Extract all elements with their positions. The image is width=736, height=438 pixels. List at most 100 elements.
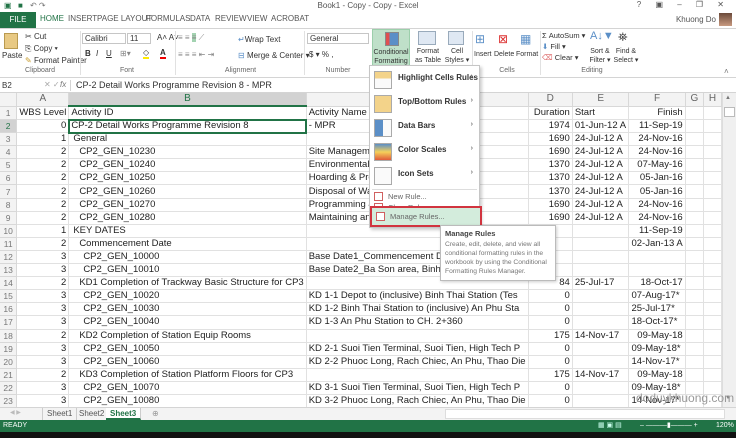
cell-wbs-level[interactable]: 2 bbox=[16, 145, 70, 160]
row-header[interactable]: 12 bbox=[0, 250, 18, 265]
cell-activity-id[interactable]: KEY DATES bbox=[68, 224, 307, 238]
cell-finish[interactable]: 09-May-18* bbox=[628, 342, 686, 356]
row-header[interactable]: 3 bbox=[0, 132, 18, 147]
cell-duration[interactable]: 1370 bbox=[528, 171, 573, 186]
cell-duration[interactable]: 1690 bbox=[528, 198, 573, 212]
fill-button[interactable]: ⬇ Fill ▾ bbox=[542, 42, 566, 51]
cell-activity-id[interactable]: CP2_GEN_10080 bbox=[68, 394, 307, 409]
cell-activity-name[interactable]: KD 1-1 Depot to (inclusive) Binh Thai St… bbox=[306, 289, 529, 304]
cell-wbs-level[interactable]: 2 bbox=[16, 237, 70, 251]
tab-insert[interactable]: INSERT bbox=[68, 14, 97, 23]
currency-percent-buttons[interactable]: $ ▾ % , bbox=[309, 50, 333, 59]
cell-finish[interactable]: 09-May-18 bbox=[628, 329, 686, 343]
cell-start[interactable] bbox=[572, 342, 630, 356]
cell-g[interactable] bbox=[685, 184, 705, 199]
column-header-g[interactable]: G bbox=[685, 93, 705, 107]
cell-wbs-level[interactable]: 3 bbox=[16, 355, 70, 369]
row-header[interactable]: 1 bbox=[0, 106, 18, 120]
zoom-level[interactable]: 120% bbox=[716, 420, 734, 432]
cell-duration[interactable]: 0 bbox=[528, 342, 573, 356]
vertical-scrollbar[interactable]: ▲ ▼ bbox=[722, 93, 736, 407]
cell-g[interactable] bbox=[685, 315, 705, 330]
cell-g[interactable] bbox=[685, 289, 705, 304]
font-name-select[interactable]: Calibri bbox=[82, 33, 126, 44]
format-painter-button[interactable]: ✎ Format Painter bbox=[25, 56, 87, 65]
cell-activity-name[interactable]: KD 2-2 Phuoc Long, Rach Chiec, An Phu, T… bbox=[306, 355, 529, 369]
cell-g[interactable] bbox=[685, 329, 705, 343]
row-header[interactable]: 21 bbox=[0, 368, 18, 382]
cell-wbs-level[interactable]: 2 bbox=[16, 171, 70, 186]
cell-activity-id[interactable]: CP2_GEN_10270 bbox=[68, 198, 307, 212]
align-top-icon[interactable]: ≡ ≡ ≡ ⟋ bbox=[178, 33, 204, 43]
cell-activity-id[interactable]: CP2_GEN_10000 bbox=[68, 250, 307, 265]
cell-activity-name[interactable]: KD 3-2 Phuoc Long, Rach Chiec, An Phu, T… bbox=[306, 394, 529, 409]
cell-h[interactable] bbox=[703, 237, 722, 251]
sheet-tab-1[interactable]: Sheet1 bbox=[42, 408, 78, 420]
cell-g[interactable] bbox=[685, 211, 705, 225]
menu-item-manage-rules[interactable]: Manage Rules... bbox=[370, 206, 482, 227]
tab-acrobat[interactable]: ACROBAT bbox=[271, 14, 309, 23]
cell-g[interactable] bbox=[685, 263, 705, 278]
cell-wbs-level[interactable]: 3 bbox=[16, 381, 70, 395]
tab-formulas[interactable]: FORMULAS bbox=[146, 14, 190, 23]
cell-activity-id[interactable]: KD1 Completion of Trackway Basic Structu… bbox=[68, 276, 307, 291]
cell-start[interactable]: 01-Jun-12 A bbox=[572, 119, 630, 134]
row-header[interactable]: 4 bbox=[0, 145, 18, 160]
cell-activity-id[interactable]: CP2_GEN_10280 bbox=[68, 211, 307, 225]
row-header[interactable]: 8 bbox=[0, 198, 18, 212]
insert-function-button[interactable]: fx bbox=[60, 80, 66, 89]
sheet-nav-arrows[interactable]: ◀ ▶ bbox=[10, 409, 21, 416]
cell-duration[interactable]: 1690 bbox=[528, 211, 573, 225]
cell-h[interactable] bbox=[703, 171, 722, 186]
cell-g[interactable] bbox=[685, 302, 705, 317]
sheet-tab-2[interactable]: Sheet2 bbox=[75, 408, 110, 420]
cell-finish[interactable] bbox=[628, 250, 686, 265]
cell-activity-id[interactable]: CP2_GEN_10020 bbox=[68, 289, 307, 304]
cell-activity-id[interactable]: KD2 Completion of Station Equip Rooms bbox=[68, 329, 307, 343]
tab-view[interactable]: VIEW bbox=[247, 14, 267, 23]
cell-start[interactable] bbox=[572, 237, 630, 251]
cell-duration[interactable]: Duration bbox=[528, 106, 573, 120]
name-box[interactable]: B2 bbox=[2, 80, 32, 91]
cell-h[interactable] bbox=[703, 355, 722, 369]
italic-button[interactable]: I bbox=[96, 49, 98, 58]
merge-center-button[interactable]: ⊟ Merge & Center ▾ bbox=[238, 51, 310, 60]
column-header-b[interactable]: B bbox=[68, 93, 307, 107]
cell-h[interactable] bbox=[703, 106, 722, 120]
tab-data[interactable]: DATA bbox=[190, 14, 210, 23]
tab-review[interactable]: REVIEW bbox=[215, 14, 247, 23]
cell-h[interactable] bbox=[703, 145, 722, 160]
cell-activity-id[interactable]: CP-2 Detail Works Programme Revision 8 bbox=[67, 118, 308, 134]
row-header[interactable]: 11 bbox=[0, 237, 18, 251]
align-left-icon[interactable]: ≡ ≡ ≡ ⇤ ⇥ bbox=[178, 50, 214, 59]
cell-g[interactable] bbox=[685, 224, 705, 238]
cell-activity-id[interactable]: CP2_GEN_10060 bbox=[68, 355, 307, 369]
row-header[interactable]: 10 bbox=[0, 224, 18, 238]
cell-h[interactable] bbox=[703, 184, 722, 199]
number-format-select[interactable]: General bbox=[307, 33, 369, 44]
cell-duration[interactable]: 0 bbox=[528, 302, 573, 317]
row-header[interactable]: 17 bbox=[0, 315, 18, 330]
cell-activity-name[interactable]: KD 2-1 Suoi Tien Terminal, Suoi Tien, Hi… bbox=[306, 342, 529, 356]
cell-h[interactable] bbox=[703, 211, 722, 225]
row-header[interactable]: 5 bbox=[0, 158, 18, 173]
tab-page-layout[interactable]: PAGE LAYOUT bbox=[97, 14, 152, 23]
zoom-slider[interactable]: – ———▮——— + bbox=[640, 420, 698, 432]
cell-activity-id[interactable]: KD3 Completion of Station Platform Floor… bbox=[68, 368, 307, 382]
cell-duration[interactable]: 1690 bbox=[528, 132, 573, 147]
cell-g[interactable] bbox=[685, 106, 705, 120]
cell-start[interactable]: 24-Jul-12 A bbox=[572, 198, 630, 212]
cell-start[interactable]: 24-Jul-12 A bbox=[572, 184, 630, 199]
insert-button[interactable]: Insert bbox=[474, 51, 492, 58]
cell-wbs-level[interactable]: 2 bbox=[16, 158, 70, 173]
cell-activity-id[interactable]: Commencement Date bbox=[68, 237, 307, 251]
cell-g[interactable] bbox=[685, 237, 705, 251]
cell-h[interactable] bbox=[703, 263, 722, 278]
wrap-text-button[interactable]: ↵Wrap Text bbox=[238, 35, 280, 44]
cell-h[interactable] bbox=[703, 342, 722, 356]
cell-finish[interactable]: 24-Nov-16 bbox=[628, 211, 686, 225]
cell-g[interactable] bbox=[685, 119, 705, 134]
cell-duration[interactable]: 175 bbox=[528, 329, 573, 343]
row-header[interactable]: 16 bbox=[0, 302, 18, 317]
row-header[interactable]: 18 bbox=[0, 329, 18, 343]
